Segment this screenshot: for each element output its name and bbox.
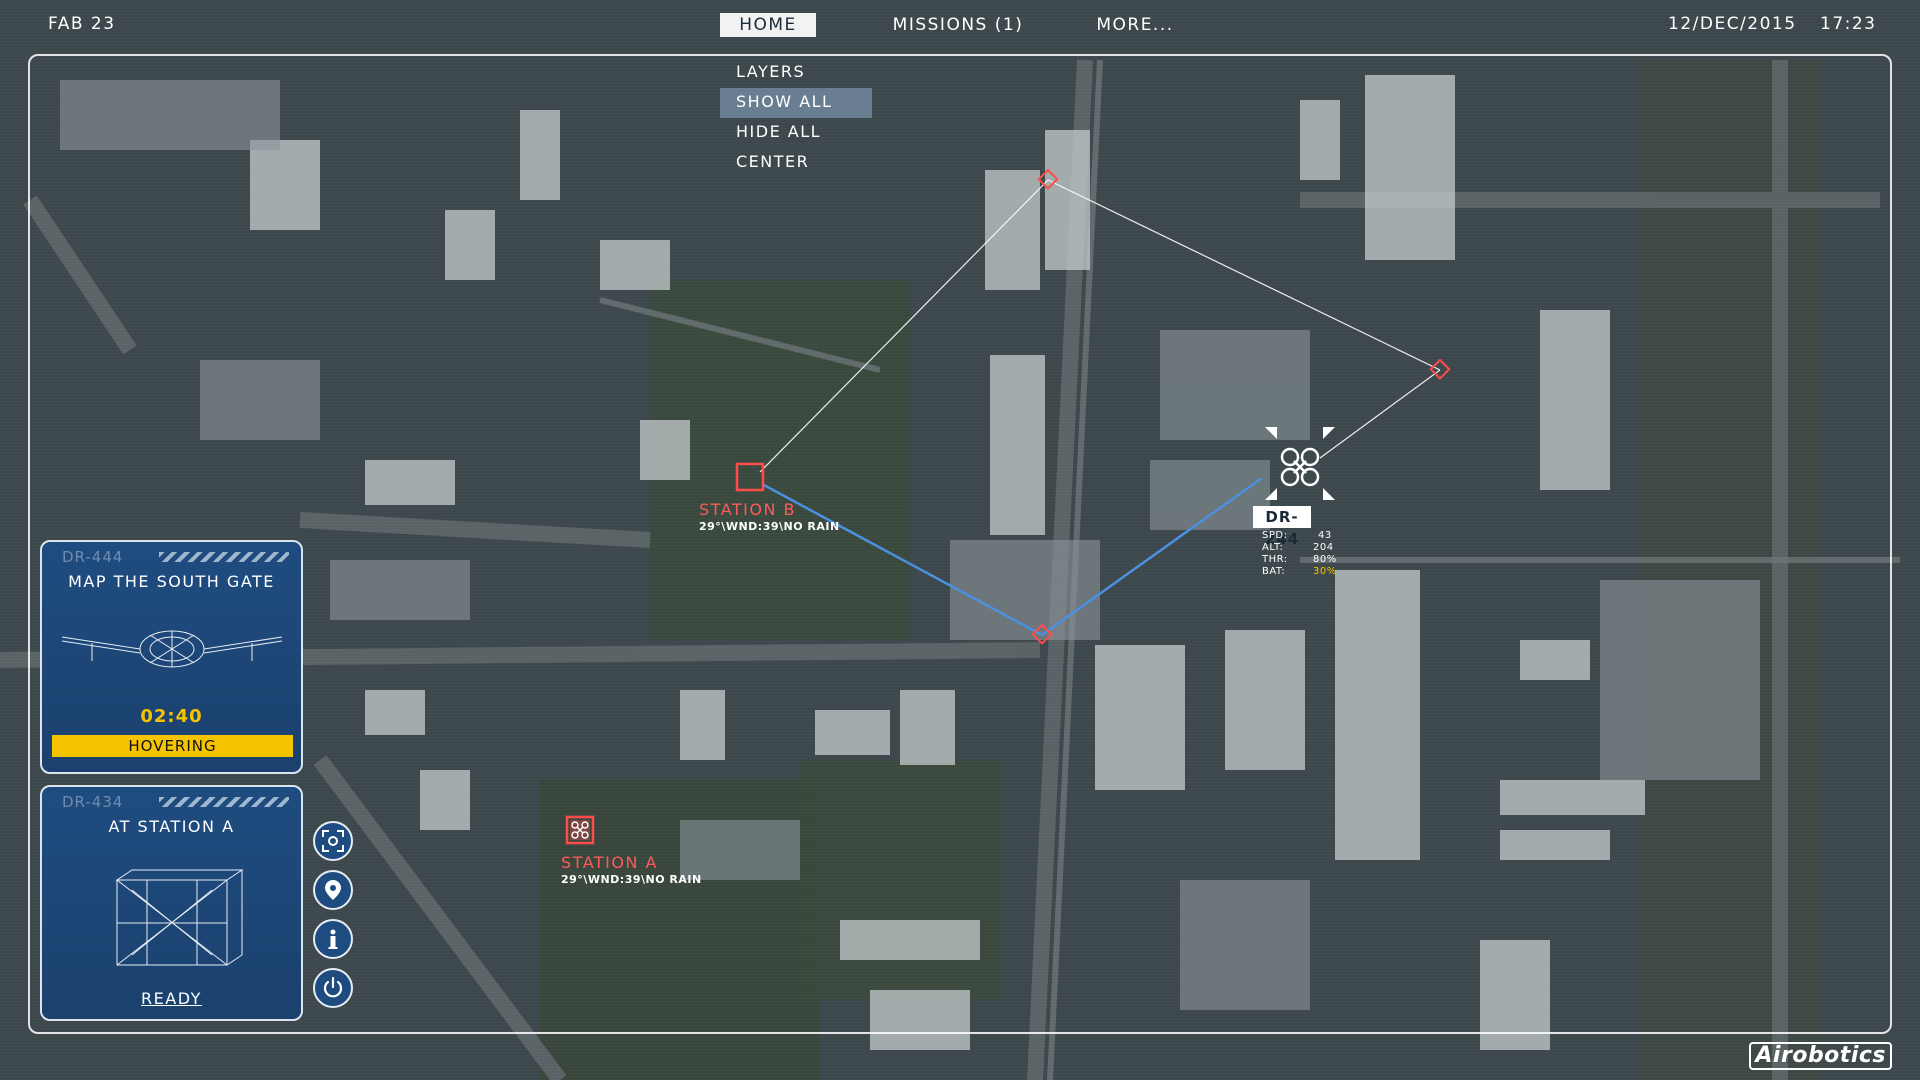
stat-throttle-label: THR: (1262, 554, 1288, 565)
stat-altitude-label: ALT: (1262, 542, 1284, 553)
date-display: 12/DEC/2015 (1668, 14, 1797, 34)
layers-menu: LAYERS SHOW ALL HIDE ALL CENTER (720, 58, 872, 178)
panel-drone-id: DR-434 (62, 793, 124, 811)
focus-icon (322, 830, 344, 852)
panel-stripes (159, 797, 289, 807)
mission-title: MAP THE SOUTH GATE (68, 572, 275, 591)
info-icon (328, 929, 338, 949)
site-label: FAB 23 (48, 14, 116, 34)
ready-link[interactable]: READY (42, 989, 301, 1008)
airobotics-logo: Airobotics (1749, 1042, 1892, 1070)
focus-button[interactable] (313, 821, 353, 861)
drone-location: AT STATION A (108, 817, 235, 836)
station-a-label[interactable]: STATION A (561, 853, 658, 872)
location-button[interactable] (313, 870, 353, 910)
panel-drone-id: DR-444 (62, 548, 124, 566)
map-pin-icon (325, 880, 341, 900)
drone-wireframe-icon (61, 630, 283, 668)
power-icon (323, 977, 343, 998)
menu-item-layers[interactable]: LAYERS (720, 58, 872, 88)
station-wireframe-icon (115, 869, 244, 966)
drone-panel-dr444[interactable]: DR-444 MAP THE SOUTH GATE 02:40 HOVERING (40, 540, 303, 774)
stat-battery-label: BAT: (1262, 566, 1286, 577)
panel-stripes (159, 552, 289, 562)
station-b-label[interactable]: STATION B (699, 500, 796, 519)
station-b-weather: 29°\WND:39\NO RAIN (699, 520, 840, 533)
stat-speed-value: 43 (1318, 530, 1332, 541)
drone-id-tag[interactable]: DR-244 (1253, 506, 1311, 548)
status-badge-hovering: HOVERING (52, 735, 293, 757)
tab-home[interactable]: HOME (720, 13, 816, 37)
stat-battery-value: 30% (1313, 566, 1337, 577)
menu-item-hide-all[interactable]: HIDE ALL (720, 118, 872, 148)
time-display: 17:23 (1820, 14, 1877, 34)
mission-timer: 02:40 (140, 706, 203, 727)
stat-speed-label: SPD: (1262, 530, 1288, 541)
stat-throttle-value: 80% (1313, 554, 1337, 565)
menu-item-center[interactable]: CENTER (720, 148, 872, 178)
map-frame (28, 54, 1892, 1034)
stat-altitude-value: 204 (1313, 542, 1334, 553)
power-button[interactable] (313, 968, 353, 1008)
info-button[interactable] (313, 919, 353, 959)
menu-item-show-all[interactable]: SHOW ALL (720, 88, 872, 118)
tab-missions[interactable]: MISSIONS (1) (892, 13, 1024, 37)
drone-panel-dr434[interactable]: DR-434 AT STATION A READY (40, 785, 303, 1021)
tab-more[interactable]: MORE... (1095, 13, 1175, 37)
station-a-weather: 29°\WND:39\NO RAIN (561, 873, 702, 886)
